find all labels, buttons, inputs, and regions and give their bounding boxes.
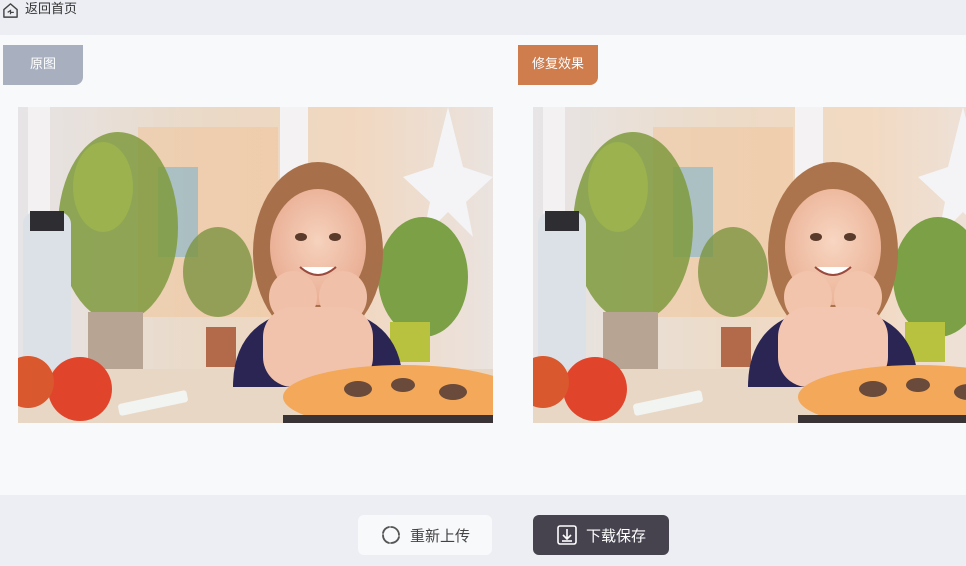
- back-home-link[interactable]: 返回首页: [2, 1, 77, 19]
- action-bar: 重新上传 下载保存: [0, 495, 966, 566]
- original-tag: 原图: [3, 45, 83, 85]
- reupload-label: 重新上传: [409, 526, 470, 545]
- home-return-icon: [2, 2, 19, 19]
- top-bar: 返回首页: [0, 0, 966, 35]
- download-button[interactable]: 下载保存: [533, 515, 669, 555]
- back-home-label: 返回首页: [25, 2, 78, 17]
- comparison-area: 原图 修复效果: [0, 35, 966, 495]
- reupload-button[interactable]: 重新上传: [358, 515, 492, 555]
- download-label: 下载保存: [585, 526, 646, 545]
- restored-tag: 修复效果: [518, 45, 598, 85]
- download-icon: [556, 524, 578, 546]
- original-image: [18, 107, 493, 423]
- refresh-icon: [380, 524, 402, 546]
- restored-image: [533, 107, 966, 423]
